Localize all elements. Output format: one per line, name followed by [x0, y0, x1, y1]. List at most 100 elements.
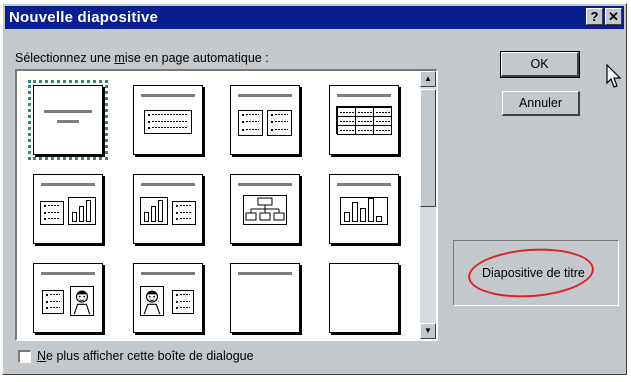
title-line [337, 94, 391, 97]
bullet-line [180, 300, 190, 302]
help-button[interactable]: ? [586, 8, 603, 25]
chart-bar [376, 216, 382, 222]
layout-scrollbar[interactable]: ▲ ▼ [420, 71, 436, 339]
bullet-dot [44, 218, 46, 221]
bullet-line [50, 300, 60, 302]
bullet-dot [148, 127, 150, 130]
layout-thumbnail-org-chart[interactable] [230, 174, 300, 244]
bullet-dot [176, 294, 178, 296]
bullet-dot [242, 128, 244, 131]
scroll-up-button[interactable]: ▲ [420, 71, 436, 87]
bullet-dot [271, 114, 273, 116]
layout-thumbnail-chart-text[interactable] [133, 174, 203, 244]
title-line [41, 183, 95, 186]
bullet-line [48, 211, 60, 213]
arrow-up-icon: ▲ [424, 74, 432, 83]
dont-show-again-row[interactable]: Ne plus afficher cette boîte de dialogue [18, 349, 254, 363]
ok-button[interactable]: OK [500, 51, 580, 78]
bullet-line [152, 120, 188, 122]
instruction-part2: ise en page automatique : [124, 51, 269, 65]
layout-gallery[interactable]: ▲ ▼ [15, 69, 438, 341]
clipart-person-icon [73, 290, 91, 315]
chart-bar [368, 198, 374, 222]
chart-box [140, 197, 168, 225]
bullet-dot [271, 121, 273, 124]
bullet-line [180, 218, 192, 220]
dialog-title: Nouvelle diapositive [9, 9, 159, 26]
text-box [172, 290, 194, 314]
layout-thumbnail-bullets[interactable] [133, 85, 203, 155]
bullet-dot [148, 120, 150, 123]
table-cell [337, 125, 356, 135]
layout-thumbnail-title-only[interactable] [230, 263, 300, 333]
chart-bar [144, 212, 149, 222]
text-box [40, 201, 64, 225]
scroll-thumb[interactable] [420, 89, 436, 207]
chart-box [340, 197, 388, 225]
bullet-line [152, 127, 188, 129]
bullet-dot [176, 307, 178, 310]
instruction-part1: Sélectionnez une [15, 51, 115, 65]
layout-thumbnail-table[interactable] [329, 85, 399, 155]
dont-show-again-label: Ne plus afficher cette boîte de dialogue [37, 349, 254, 363]
bullet-dot [242, 114, 244, 116]
layout-thumbnail-text-clipart[interactable] [33, 263, 103, 333]
clipart-box [70, 286, 94, 316]
layout-grid [17, 71, 422, 339]
bullet-line [48, 205, 60, 206]
bullet-line [180, 307, 190, 309]
bullet-dot [44, 211, 46, 214]
layout-thumbnail-title[interactable] [28, 80, 108, 160]
bullet-dot [176, 218, 178, 221]
layout-thumbnail-chart[interactable] [329, 174, 399, 244]
dialog-frame: Nouvelle diapositive ? ✕ Sélectionnez un… [2, 3, 627, 375]
title-line [238, 94, 292, 97]
chart-bar [352, 202, 358, 222]
scroll-down-button[interactable]: ▼ [420, 323, 436, 339]
table-box [336, 106, 392, 135]
bullet-line [50, 307, 60, 309]
chart-bar [344, 212, 350, 222]
bullet-dot [46, 300, 48, 303]
text-box [172, 201, 196, 225]
chart-bar [151, 206, 156, 222]
title-line [44, 110, 92, 113]
close-button[interactable]: ✕ [605, 8, 622, 25]
instruction-mnemonic: m [114, 51, 125, 65]
text-box [267, 110, 292, 136]
layout-thumbnail-blank[interactable] [329, 263, 399, 333]
bullet-line [246, 121, 259, 123]
cancel-button[interactable]: Annuler [502, 91, 580, 116]
title-line [141, 94, 195, 97]
bullet-line [152, 114, 188, 115]
clipart-box [140, 286, 164, 316]
chart-box [68, 197, 96, 225]
checkbox-mnemonic: N [37, 349, 47, 363]
title-line [337, 183, 391, 186]
chart-bar [158, 200, 163, 222]
title-line [238, 183, 292, 186]
title-line [41, 272, 95, 275]
bullet-line [48, 218, 60, 220]
dont-show-again-checkbox[interactable] [18, 349, 31, 363]
bullet-line [180, 211, 192, 213]
org-chart-box [243, 195, 287, 225]
layout-thumbnail-text-chart[interactable] [33, 174, 103, 244]
text-box [42, 290, 64, 314]
bullet-dot [46, 307, 48, 310]
layout-thumbnail-clipart-text[interactable] [133, 263, 203, 333]
title-line [238, 272, 292, 275]
chart-bar [72, 212, 77, 222]
org-chart-icon [245, 197, 285, 221]
layout-thumbnail-two-columns[interactable] [230, 85, 300, 155]
bullet-dot [176, 300, 178, 303]
chart-bar [79, 206, 84, 222]
checkbox-label-text: e plus afficher cette boîte de dialogue [46, 349, 254, 363]
title-line [141, 183, 195, 186]
table-cell [373, 125, 392, 135]
bullet-dot [148, 114, 150, 116]
bullet-dot [271, 128, 273, 131]
bullet-dot [242, 121, 244, 124]
title-bar[interactable]: Nouvelle diapositive ? ✕ [5, 6, 624, 29]
bullet-dot [176, 211, 178, 214]
